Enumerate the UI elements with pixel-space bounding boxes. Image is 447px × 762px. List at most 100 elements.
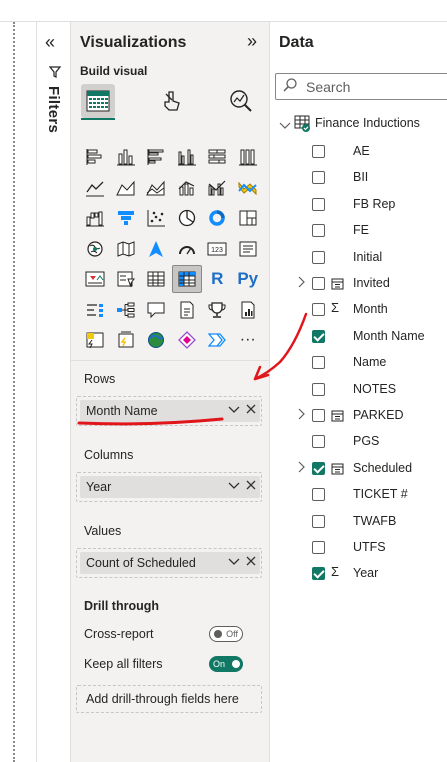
power-apps-icon[interactable] xyxy=(80,326,111,354)
field-row[interactable]: Name xyxy=(270,353,447,375)
more-visuals-icon[interactable]: ··· xyxy=(233,326,264,354)
close-icon[interactable] xyxy=(246,402,256,417)
python-visual-icon[interactable]: Py xyxy=(233,265,264,293)
double-chevron-left-icon[interactable]: « xyxy=(45,32,55,53)
columns-well[interactable]: Year xyxy=(76,472,262,502)
100-stacked-bar-chart-icon[interactable] xyxy=(202,143,233,171)
waterfall-chart-icon[interactable] xyxy=(80,204,111,232)
stacked-area-chart-icon[interactable] xyxy=(141,174,172,202)
table-finance-inductions[interactable]: Finance Inductions xyxy=(279,114,447,136)
r-script-visual-icon[interactable]: R xyxy=(202,265,233,293)
diamond-visual-icon[interactable] xyxy=(172,326,203,354)
field-checkbox[interactable] xyxy=(312,277,325,290)
treemap-icon[interactable] xyxy=(233,204,264,232)
key-influencers-icon[interactable] xyxy=(80,296,111,324)
field-checkbox[interactable] xyxy=(312,435,325,449)
paginated-report-icon[interactable] xyxy=(233,296,264,324)
chevron-down-icon[interactable] xyxy=(228,403,240,417)
matrix-icon[interactable] xyxy=(171,265,202,294)
analytics-icon[interactable] xyxy=(224,84,258,118)
field-row[interactable]: Σ Year xyxy=(270,564,447,586)
values-field-pill[interactable]: Count of Scheduled xyxy=(80,552,260,574)
chevron-right-icon[interactable] xyxy=(296,460,306,477)
field-row[interactable]: FE xyxy=(270,221,447,243)
field-checkbox[interactable] xyxy=(312,541,325,554)
100-stacked-column-chart-icon[interactable] xyxy=(233,143,264,171)
line-and-clustered-column-chart-icon[interactable] xyxy=(202,174,233,202)
field-checkbox[interactable] xyxy=(312,329,325,343)
smart-narrative-icon[interactable] xyxy=(172,296,203,324)
map-icon[interactable] xyxy=(80,235,111,263)
double-chevron-right-icon[interactable]: » xyxy=(247,31,257,52)
kpi-icon[interactable] xyxy=(80,265,111,293)
values-well[interactable]: Count of Scheduled xyxy=(76,548,262,578)
field-row[interactable]: AE xyxy=(270,142,447,164)
chevron-down-icon[interactable] xyxy=(279,117,291,135)
multi-row-card-icon[interactable] xyxy=(233,235,264,263)
field-checkbox[interactable] xyxy=(312,250,325,264)
add-drill-through-fields-well[interactable]: Add drill-through fields here xyxy=(76,685,262,713)
field-checkbox[interactable] xyxy=(312,567,325,581)
table-icon[interactable] xyxy=(141,265,172,293)
field-checkbox[interactable] xyxy=(312,171,325,185)
chevron-down-icon[interactable] xyxy=(228,479,240,493)
format-visual-icon[interactable] xyxy=(155,84,189,118)
field-row[interactable]: UTFS xyxy=(270,538,447,560)
decomposition-tree-icon[interactable] xyxy=(111,296,142,324)
field-row[interactable]: PGS xyxy=(270,432,447,454)
arcgis-map-icon[interactable] xyxy=(141,326,172,354)
stacked-bar-chart-icon[interactable] xyxy=(80,143,111,171)
field-row[interactable]: Scheduled xyxy=(270,459,447,481)
close-icon[interactable] xyxy=(246,478,256,493)
field-row[interactable]: TWAFB xyxy=(270,512,447,534)
clustered-column-chart-icon[interactable] xyxy=(172,143,203,171)
clustered-bar-chart-icon[interactable] xyxy=(141,143,172,171)
azure-map-icon[interactable] xyxy=(141,235,172,263)
rows-field-pill[interactable]: Month Name xyxy=(80,400,260,422)
area-chart-icon[interactable] xyxy=(111,174,142,202)
stacked-column-chart-icon[interactable] xyxy=(111,143,142,171)
funnel-icon[interactable] xyxy=(111,204,142,232)
filter-icon[interactable] xyxy=(48,66,62,81)
pie-chart-icon[interactable] xyxy=(172,204,203,232)
card-icon[interactable]: 123 xyxy=(202,235,233,263)
field-row[interactable]: PARKED xyxy=(270,406,447,428)
ribbon-chart-icon[interactable] xyxy=(233,174,264,202)
field-checkbox[interactable] xyxy=(312,145,325,158)
field-checkbox[interactable] xyxy=(312,382,325,396)
search-input[interactable]: Search xyxy=(275,73,447,100)
columns-field-pill[interactable]: Year xyxy=(80,476,260,498)
scatter-chart-icon[interactable] xyxy=(141,204,172,232)
trophy-metrics-icon[interactable] xyxy=(202,296,233,324)
chevron-down-icon[interactable] xyxy=(228,555,240,569)
field-checkbox[interactable] xyxy=(312,514,325,528)
field-row[interactable]: NOTES xyxy=(270,380,447,402)
chevron-visual-icon[interactable] xyxy=(202,326,233,354)
slicer-icon[interactable] xyxy=(111,265,142,293)
more-options-icon[interactable]: ⋮ xyxy=(440,34,447,54)
field-row[interactable]: Month Name xyxy=(270,327,447,349)
filters-label[interactable]: Filters xyxy=(45,86,62,133)
field-checkbox[interactable] xyxy=(312,409,325,422)
cross-report-toggle[interactable]: Off xyxy=(209,626,243,642)
field-row[interactable]: TICKET # xyxy=(270,485,447,507)
donut-chart-icon[interactable] xyxy=(202,204,233,232)
line-and-stacked-column-chart-icon[interactable] xyxy=(172,174,203,202)
power-automate-icon[interactable] xyxy=(111,326,142,354)
field-checkbox[interactable] xyxy=(312,356,325,370)
chevron-right-icon[interactable] xyxy=(296,275,306,292)
field-row[interactable]: Initial xyxy=(270,248,447,270)
field-checkbox[interactable] xyxy=(312,303,325,317)
field-checkbox[interactable] xyxy=(312,488,325,502)
field-checkbox[interactable] xyxy=(312,461,325,475)
field-row[interactable]: Invited xyxy=(270,274,447,296)
line-chart-icon[interactable] xyxy=(80,174,111,202)
rows-well[interactable]: Month Name xyxy=(76,396,262,426)
field-row[interactable]: BII xyxy=(270,168,447,190)
build-visual-icon[interactable] xyxy=(81,84,115,118)
field-checkbox[interactable] xyxy=(312,224,325,238)
chevron-right-icon[interactable] xyxy=(296,407,306,424)
field-row[interactable]: Σ Month xyxy=(270,300,447,322)
keep-all-filters-toggle[interactable]: On xyxy=(209,656,243,672)
field-checkbox[interactable] xyxy=(312,197,325,211)
